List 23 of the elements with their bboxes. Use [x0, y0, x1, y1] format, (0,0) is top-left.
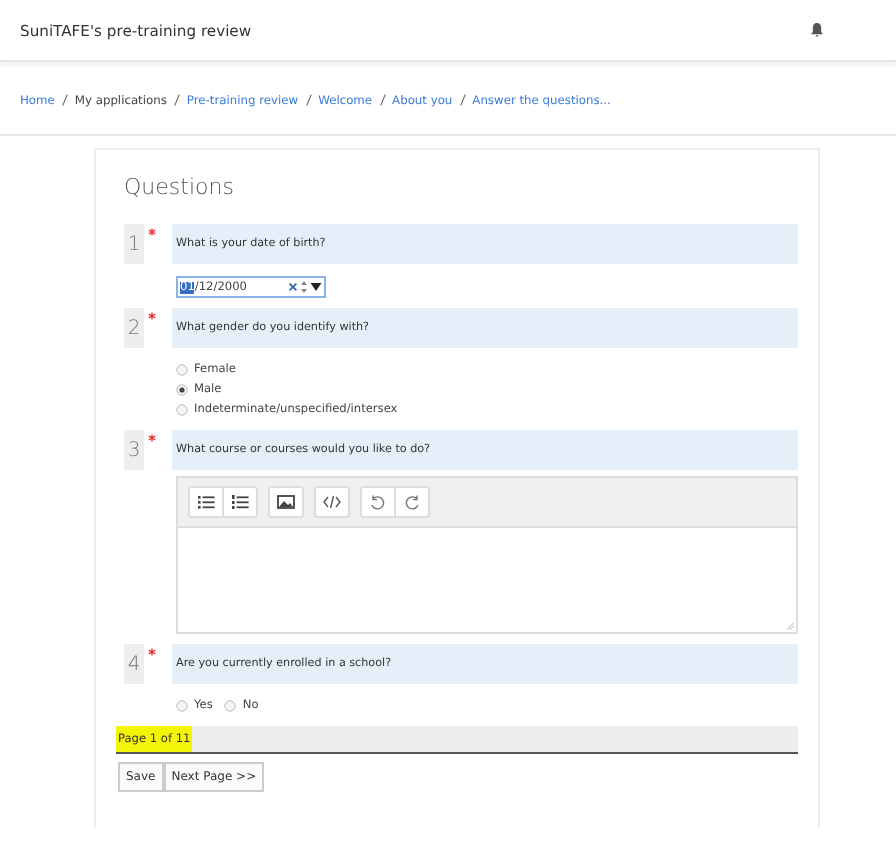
separator-icon [379, 94, 386, 106]
section-heading: Questions [124, 174, 236, 200]
required-icon [148, 648, 156, 656]
required-icon [148, 312, 156, 320]
radio-button[interactable] [176, 384, 188, 396]
required-icon [148, 434, 156, 442]
separator-icon [305, 94, 312, 106]
radio-button[interactable] [176, 364, 188, 376]
separator-icon [61, 94, 68, 106]
separator-icon [459, 94, 466, 106]
separator-icon [173, 94, 180, 106]
question-number: 2 [124, 308, 144, 348]
bell-icon[interactable] [810, 22, 824, 38]
question-number: 3 [124, 430, 144, 470]
resize-handle-icon[interactable] [786, 622, 794, 630]
required-icon [148, 228, 156, 236]
question-number: 1 [124, 224, 144, 264]
clear-icon[interactable] [288, 282, 298, 292]
question-number: 4 [124, 644, 144, 684]
radio-button[interactable] [224, 700, 237, 712]
radio-button[interactable] [176, 700, 188, 712]
dropdown-icon[interactable] [310, 282, 322, 292]
radio-button[interactable] [176, 404, 188, 416]
